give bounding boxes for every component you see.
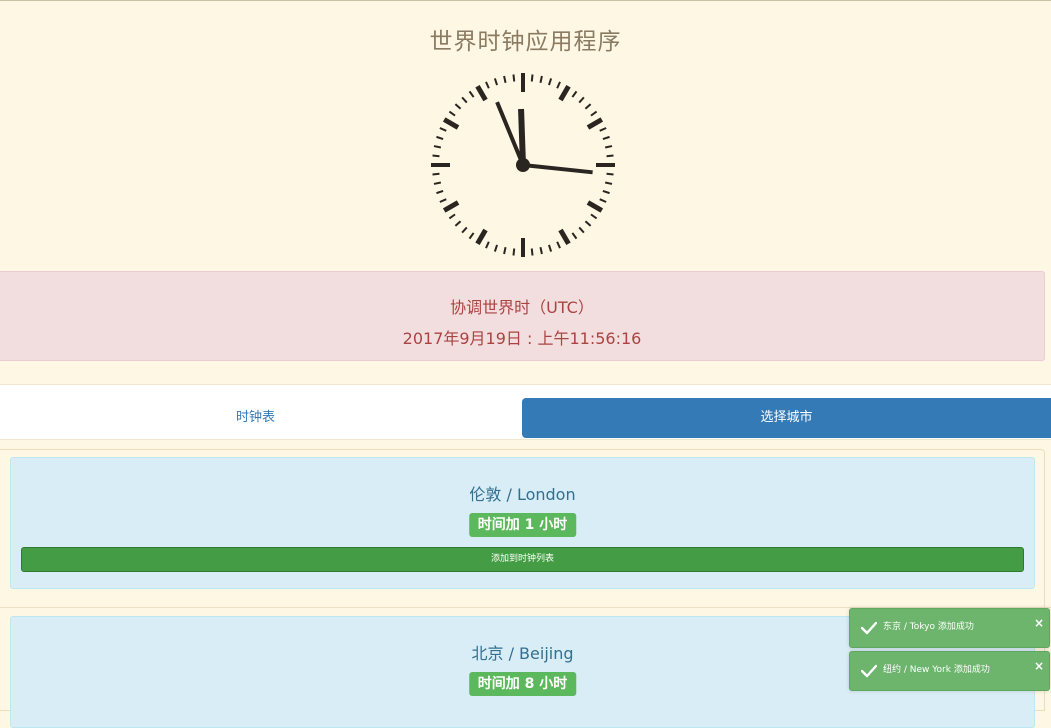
- clock-minute-tick: [578, 96, 585, 104]
- clock-minute-tick: [468, 90, 475, 98]
- clock-minute-tick: [584, 220, 592, 227]
- clock-minute-tick: [433, 145, 442, 149]
- clock-minute-tick: [485, 241, 490, 249]
- clock-minute-tick: [556, 241, 561, 249]
- time-offset-badge: 时间加 1 小时: [468, 513, 577, 537]
- time-offset-badge: 时间加 8 小时: [468, 672, 577, 696]
- clock-minute-tick: [539, 75, 543, 84]
- clock-center: [516, 158, 530, 172]
- clock-minute-tick: [599, 127, 607, 132]
- toast-message: 东京 / Tokyo 添加成功: [883, 622, 974, 632]
- clock-minute-tick: [468, 232, 475, 240]
- clock-minute-tick: [448, 213, 456, 220]
- clock-second-hand: [522, 163, 593, 175]
- clock-minute-tick: [604, 181, 613, 185]
- clock-minute-tick: [539, 246, 543, 255]
- clock-minute-tick: [432, 154, 440, 158]
- clock-minute-tick: [485, 81, 490, 89]
- clock-minute-tick: [432, 172, 440, 176]
- clock-minute-tick: [461, 226, 468, 234]
- clock-minute-tick: [454, 103, 462, 110]
- clock-hour-tick: [586, 117, 604, 130]
- utc-datetime: 2017年9月19日 : 上午11:56:16: [402, 329, 642, 348]
- clock-hour-tick: [442, 200, 460, 213]
- clock-minute-tick: [493, 78, 498, 86]
- clock-hour-tick: [558, 228, 571, 246]
- toast-message: 纽约 / New York 添加成功: [883, 665, 990, 675]
- clock-hour-tick: [586, 200, 604, 213]
- page-title: 世界时钟应用程序: [429, 29, 622, 55]
- clock-minute-tick: [439, 127, 447, 132]
- utc-panel: 协调世界时（UTC） 2017年9月19日 : 上午11:56:16: [0, 271, 1045, 361]
- clock-minute-tick: [548, 244, 553, 252]
- clock-minute-tick: [604, 145, 613, 149]
- clock-hour-tick: [475, 228, 488, 246]
- clock-minute-tick: [590, 110, 598, 117]
- clock-minute-tick: [512, 74, 516, 82]
- clock-minute-tick: [602, 190, 610, 195]
- toast-notification: 纽约 / New York 添加成功 ×: [849, 651, 1050, 691]
- clock-minute-tick: [578, 226, 585, 234]
- clock-minute-tick: [439, 198, 447, 203]
- clock-minute-tick: [454, 220, 462, 227]
- clock-minute-tick: [512, 248, 516, 256]
- clock-minute-tick: [448, 110, 456, 117]
- clock-minute-tick: [571, 90, 578, 98]
- clock-minute-tick: [436, 135, 444, 140]
- clock-minute-tick: [530, 74, 534, 82]
- tab-bar: 时钟表 选择城市: [0, 384, 1051, 440]
- city-card-london: 伦敦 / London 时间加 1 小时 添加到时钟列表: [10, 457, 1035, 589]
- check-icon: [861, 664, 877, 678]
- analog-clock-icon: [431, 73, 615, 257]
- clock-minute-tick: [530, 248, 534, 256]
- clock-minute-tick: [461, 96, 468, 104]
- clock-minute-tick: [503, 246, 507, 255]
- clock-minute-tick: [433, 181, 442, 185]
- clock-hour-tick: [475, 84, 488, 102]
- clock-minute-tick: [599, 198, 607, 203]
- clock-minute-tick: [436, 190, 444, 195]
- clock-minute-tick: [556, 81, 561, 89]
- clock-hour-tick: [558, 84, 571, 102]
- close-icon[interactable]: ×: [1034, 660, 1044, 672]
- clock-minute-tick: [584, 103, 592, 110]
- clock-minute-tick: [548, 78, 553, 86]
- close-icon[interactable]: ×: [1034, 617, 1044, 629]
- tab-clock-list[interactable]: 时钟表: [0, 398, 511, 438]
- clock-minute-tick: [493, 244, 498, 252]
- clock-minute-tick: [503, 75, 507, 84]
- tab-select-city[interactable]: 选择城市: [522, 398, 1051, 438]
- utc-label: 协调世界时（UTC）: [450, 298, 594, 317]
- toast-notification: 东京 / Tokyo 添加成功 ×: [849, 608, 1050, 648]
- top-border: [0, 0, 1051, 1]
- clock-minute-tick: [571, 232, 578, 240]
- city-name: 伦敦 / London: [469, 485, 576, 504]
- clock-minute-tick: [606, 154, 614, 158]
- check-icon: [861, 621, 877, 635]
- clock-minute-tick: [590, 213, 598, 220]
- clock-minute-tick: [606, 172, 614, 176]
- clock-minute-tick: [602, 135, 610, 140]
- add-to-clock-list-button[interactable]: 添加到时钟列表: [21, 547, 1024, 572]
- clock-hour-tick: [442, 117, 460, 130]
